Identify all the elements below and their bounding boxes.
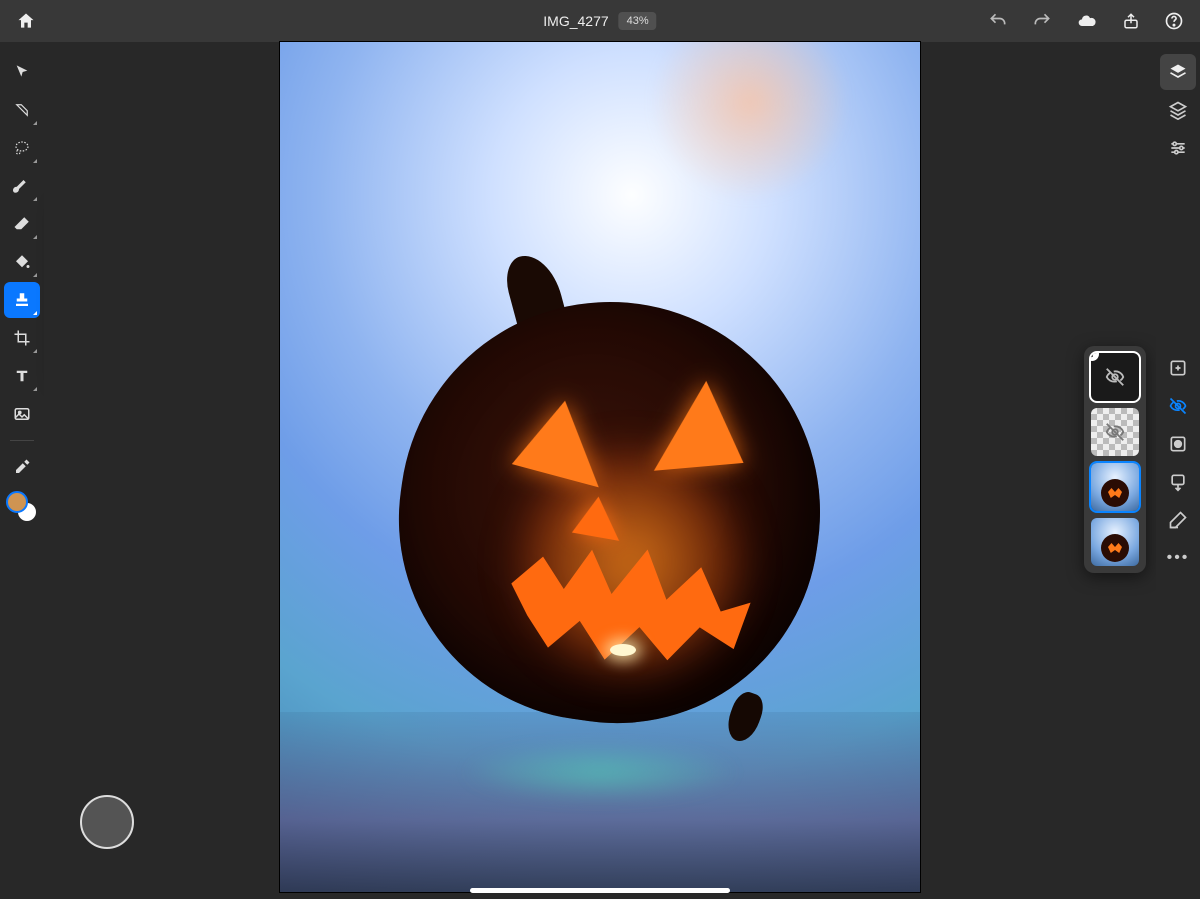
foreground-color-swatch[interactable] [6,491,28,513]
color-swatches[interactable] [6,491,38,523]
layer-thumb-2[interactable] [1091,408,1139,456]
lasso-tool[interactable] [4,130,40,166]
cloud-button[interactable] [1076,11,1098,31]
share-button[interactable] [1122,11,1140,31]
add-layer-button[interactable] [1160,350,1196,386]
visibility-button[interactable] [1160,388,1196,424]
merge-down-button[interactable] [1160,464,1196,500]
visibility-off-icon [1104,421,1126,443]
home-button[interactable] [16,11,36,31]
brush-tool[interactable] [4,168,40,204]
fill-tool[interactable] [4,244,40,280]
eyedropper-tool[interactable] [4,449,40,485]
adjustments-button[interactable] [1160,92,1196,128]
canvas-illustration [650,42,850,202]
stamp-tool[interactable] [4,282,40,318]
zoom-badge[interactable]: 43% [619,12,657,30]
document-canvas[interactable] [280,42,920,892]
top-bar: IMG_4277 43% [0,0,1200,42]
document-title: IMG_4277 [543,13,608,29]
layer-thumb-3[interactable] [1091,463,1139,511]
left-toolbar [0,42,44,899]
image-tool[interactable] [4,396,40,432]
transform-tool[interactable] [4,92,40,128]
layer-thumb-1[interactable]: T [1091,353,1139,401]
layers-panel-button[interactable] [1160,54,1196,90]
home-indicator[interactable] [470,888,730,893]
text-tool[interactable] [4,358,40,394]
layers-thumbnail-panel[interactable]: T [1084,346,1146,573]
move-tool[interactable] [4,54,40,90]
clear-button[interactable] [1160,502,1196,538]
help-button[interactable] [1164,11,1184,31]
properties-button[interactable] [1160,130,1196,166]
canvas-illustration [460,742,740,802]
canvas-illustration [280,712,920,892]
more-button[interactable]: ••• [1160,540,1196,576]
separator [10,440,34,441]
text-layer-badge: T [1091,353,1099,361]
app-root: IMG_4277 43% [0,0,1200,899]
brush-cursor-preview [80,795,134,849]
canvas-illustration [400,302,820,722]
visibility-off-icon [1104,366,1126,388]
canvas-area [44,42,1156,899]
eraser-tool[interactable] [4,206,40,242]
layer-thumb-4[interactable] [1091,518,1139,566]
crop-tool[interactable] [4,320,40,356]
mask-button[interactable] [1160,426,1196,462]
right-toolbar: ••• [1156,42,1200,899]
redo-button[interactable] [1032,11,1052,31]
undo-button[interactable] [988,11,1008,31]
